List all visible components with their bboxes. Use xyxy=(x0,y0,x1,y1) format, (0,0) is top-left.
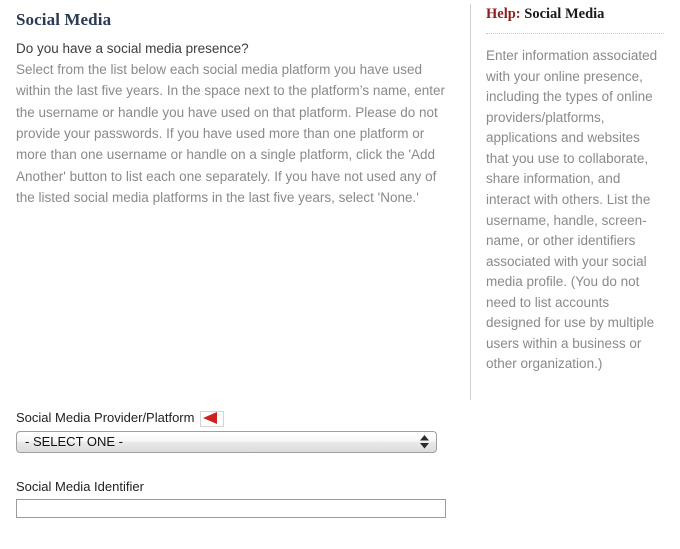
help-title-topic: Social Media xyxy=(524,6,605,22)
provider-select-wrap: - SELECT ONE - xyxy=(16,431,437,453)
help-title-divider xyxy=(486,33,664,35)
provider-select-value: - SELECT ONE - xyxy=(25,434,124,449)
help-panel-title: Help: Social Media xyxy=(486,6,666,23)
identifier-input[interactable] xyxy=(16,499,446,518)
page-title: Social Media xyxy=(16,10,112,29)
form-area: Social Media Provider/Platform - SELECT … xyxy=(16,410,456,518)
chevron-up-down-icon xyxy=(420,434,429,450)
provider-field-label: Social Media Provider/Platform xyxy=(16,410,456,427)
help-title-prefix: Help: xyxy=(486,6,521,22)
column-divider xyxy=(470,4,471,400)
provider-select[interactable]: - SELECT ONE - xyxy=(16,431,437,453)
help-panel: Help: Social Media Enter information ass… xyxy=(486,6,666,375)
question-text: Do you have a social media presence? xyxy=(16,41,249,56)
identifier-field-label: Social Media Identifier xyxy=(16,479,144,494)
instructions-text: Select from the list below each social m… xyxy=(16,61,445,205)
help-body-text: Enter information associated with your o… xyxy=(486,48,658,372)
provider-label-text: Social Media Provider/Platform xyxy=(16,410,195,426)
main-content-column: Social Media Do you have a social media … xyxy=(16,0,456,208)
social-media-form-page: Social Media Do you have a social media … xyxy=(0,0,680,549)
red-left-arrow-icon xyxy=(200,411,225,427)
